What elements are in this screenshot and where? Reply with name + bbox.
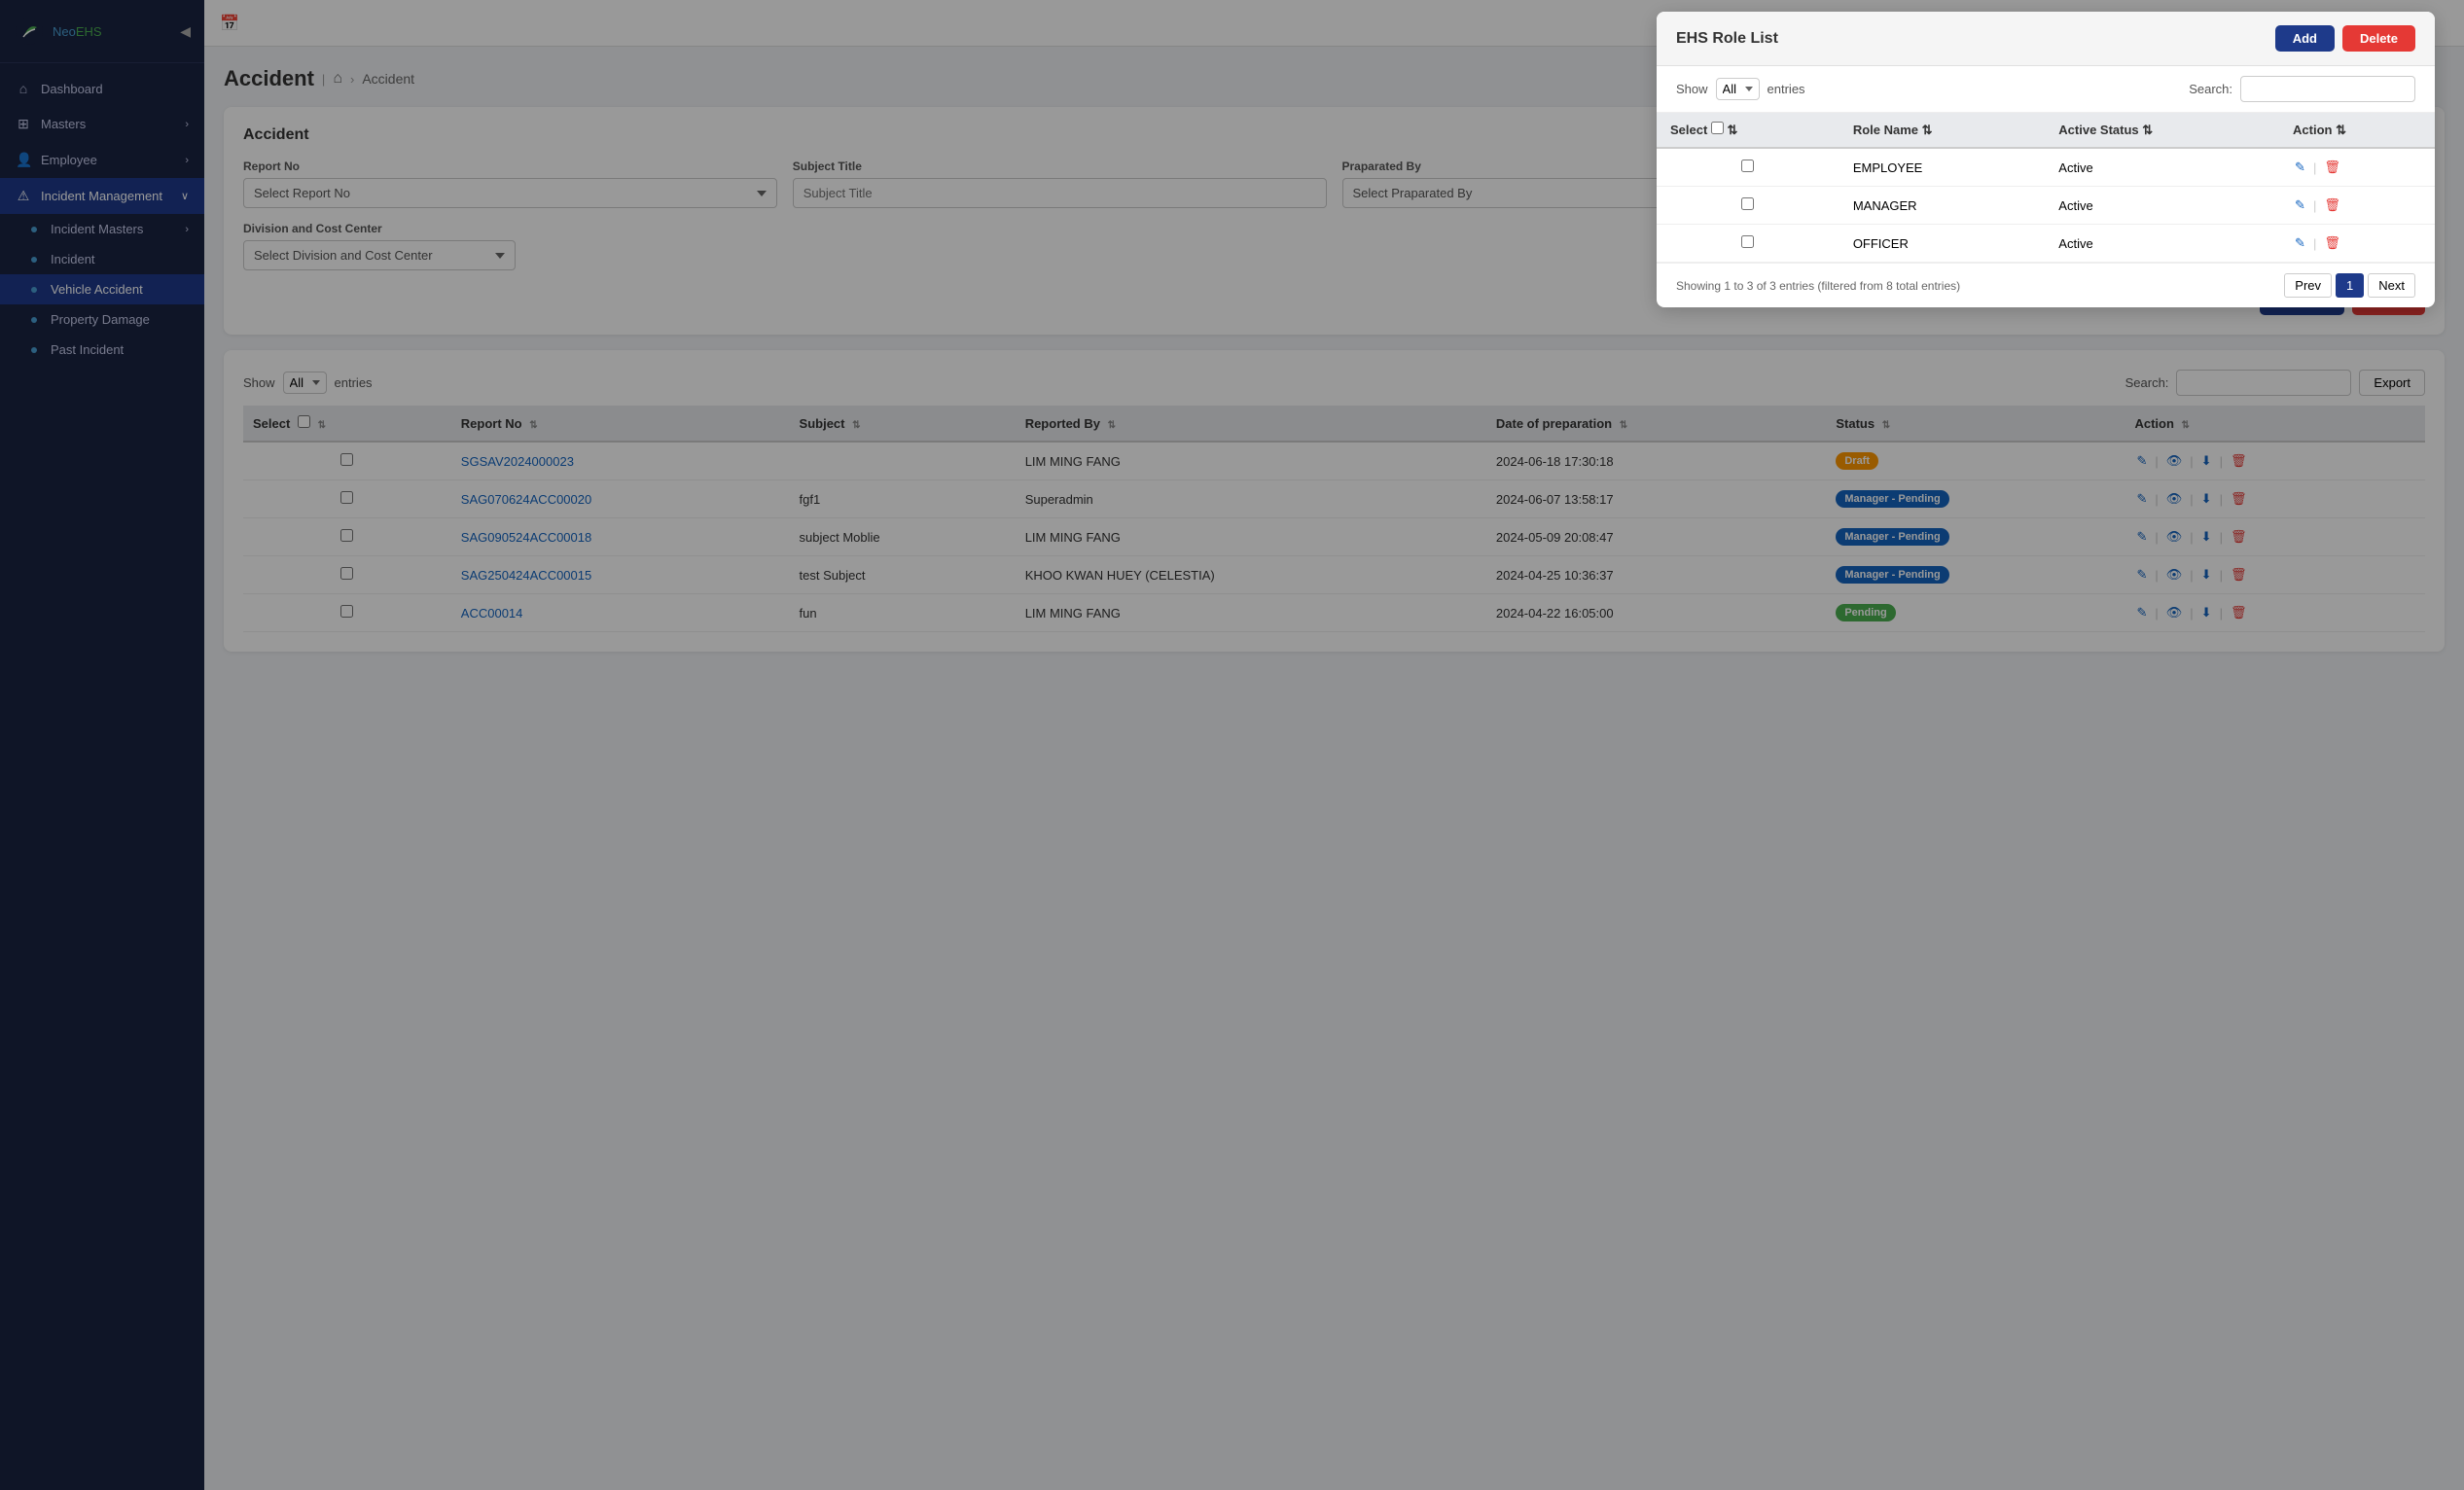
modal-entries-label: entries: [1768, 82, 1805, 96]
modal-row-role-name-2: OFFICER: [1839, 225, 2045, 263]
role-name-sort[interactable]: ⇅: [1922, 123, 1933, 137]
modal-show-label: Show: [1676, 82, 1708, 96]
modal-delete-icon-0[interactable]: 🗑: [2322, 158, 2342, 177]
modal-add-button[interactable]: Add: [2275, 25, 2335, 52]
modal-edit-icon-2[interactable]: ✎: [2293, 233, 2307, 253]
modal-table-body: EMPLOYEE Active ✎ | 🗑 MANAGER Active ✎ |…: [1657, 148, 2435, 263]
modal-row-active-status-2: Active: [2045, 225, 2279, 263]
modal-header: EHS Role List Add Delete: [1657, 12, 2435, 66]
modal-row-active-status-1: Active: [2045, 187, 2279, 225]
modal-row-role-name-1: MANAGER: [1839, 187, 2045, 225]
modal-select-all-checkbox[interactable]: [1711, 122, 1724, 134]
modal-search-area: Search:: [2189, 76, 2415, 102]
modal-row-action-1: ✎ | 🗑: [2279, 187, 2435, 225]
modal-footer: Showing 1 to 3 of 3 entries (filtered fr…: [1657, 263, 2435, 307]
modal-row-active-status-0: Active: [2045, 148, 2279, 187]
modal-table-row: EMPLOYEE Active ✎ | 🗑: [1657, 148, 2435, 187]
modal-table: Select ⇅ Role Name ⇅ Active Status ⇅ Act…: [1657, 113, 2435, 263]
modal-edit-icon-0[interactable]: ✎: [2293, 158, 2307, 177]
modal-row-action-0: ✎ | 🗑: [2279, 148, 2435, 187]
modal-table-row: MANAGER Active ✎ | 🗑: [1657, 187, 2435, 225]
modal-table-row: OFFICER Active ✎ | 🗑: [1657, 225, 2435, 263]
modal-action-header: Action: [2293, 123, 2332, 137]
modal-overlay[interactable]: EHS Role List Add Delete Show All 10 25 …: [0, 0, 2464, 1490]
modal-row-checkbox-2[interactable]: [1741, 235, 1754, 248]
modal-entries-select[interactable]: All 10 25: [1716, 78, 1760, 100]
modal-col-select: Select ⇅: [1657, 113, 1839, 148]
modal-action-icons-2: ✎ | 🗑: [2293, 233, 2421, 253]
modal-search-label: Search:: [2189, 82, 2232, 96]
modal-row-checkbox-0[interactable]: [1741, 160, 1754, 172]
modal-pagination: Prev 1 Next: [2284, 273, 2415, 298]
ehs-role-modal: EHS Role List Add Delete Show All 10 25 …: [1657, 12, 2435, 307]
modal-header-buttons: Add Delete: [2275, 25, 2415, 52]
modal-row-action-2: ✎ | 🗑: [2279, 225, 2435, 263]
modal-show-entries: Show All 10 25 entries: [1676, 78, 1805, 100]
modal-col-active-status: Active Status ⇅: [2045, 113, 2279, 148]
modal-footer-text: Showing 1 to 3 of 3 entries (filtered fr…: [1676, 279, 1960, 293]
active-status-header: Active Status: [2058, 123, 2138, 137]
modal-col-action: Action ⇅: [2279, 113, 2435, 148]
role-name-header: Role Name: [1853, 123, 1918, 137]
modal-select-sort: ⇅: [1728, 123, 1738, 137]
active-status-sort[interactable]: ⇅: [2142, 123, 2153, 137]
modal-action-icons-0: ✎ | 🗑: [2293, 158, 2421, 177]
prev-page-button[interactable]: Prev: [2284, 273, 2332, 298]
modal-row-checkbox-cell-1: [1657, 187, 1839, 225]
modal-title: EHS Role List: [1676, 30, 1778, 48]
modal-col-role-name: Role Name ⇅: [1839, 113, 2045, 148]
page-1-button[interactable]: 1: [2336, 273, 2364, 298]
modal-controls: Show All 10 25 entries Search:: [1657, 66, 2435, 113]
next-page-button[interactable]: Next: [2368, 273, 2415, 298]
modal-search-input[interactable]: [2240, 76, 2415, 102]
modal-row-checkbox-cell-0: [1657, 148, 1839, 187]
modal-delete-button[interactable]: Delete: [2342, 25, 2415, 52]
modal-delete-icon-1[interactable]: 🗑: [2322, 195, 2342, 215]
modal-delete-icon-2[interactable]: 🗑: [2322, 233, 2342, 253]
modal-row-checkbox-cell-2: [1657, 225, 1839, 263]
modal-table-head: Select ⇅ Role Name ⇅ Active Status ⇅ Act…: [1657, 113, 2435, 148]
modal-action-icons-1: ✎ | 🗑: [2293, 195, 2421, 215]
modal-header-row: Select ⇅ Role Name ⇅ Active Status ⇅ Act…: [1657, 113, 2435, 148]
modal-row-checkbox-1[interactable]: [1741, 197, 1754, 210]
modal-row-role-name-0: EMPLOYEE: [1839, 148, 2045, 187]
modal-edit-icon-1[interactable]: ✎: [2293, 195, 2307, 215]
modal-action-sort[interactable]: ⇅: [2336, 123, 2346, 137]
